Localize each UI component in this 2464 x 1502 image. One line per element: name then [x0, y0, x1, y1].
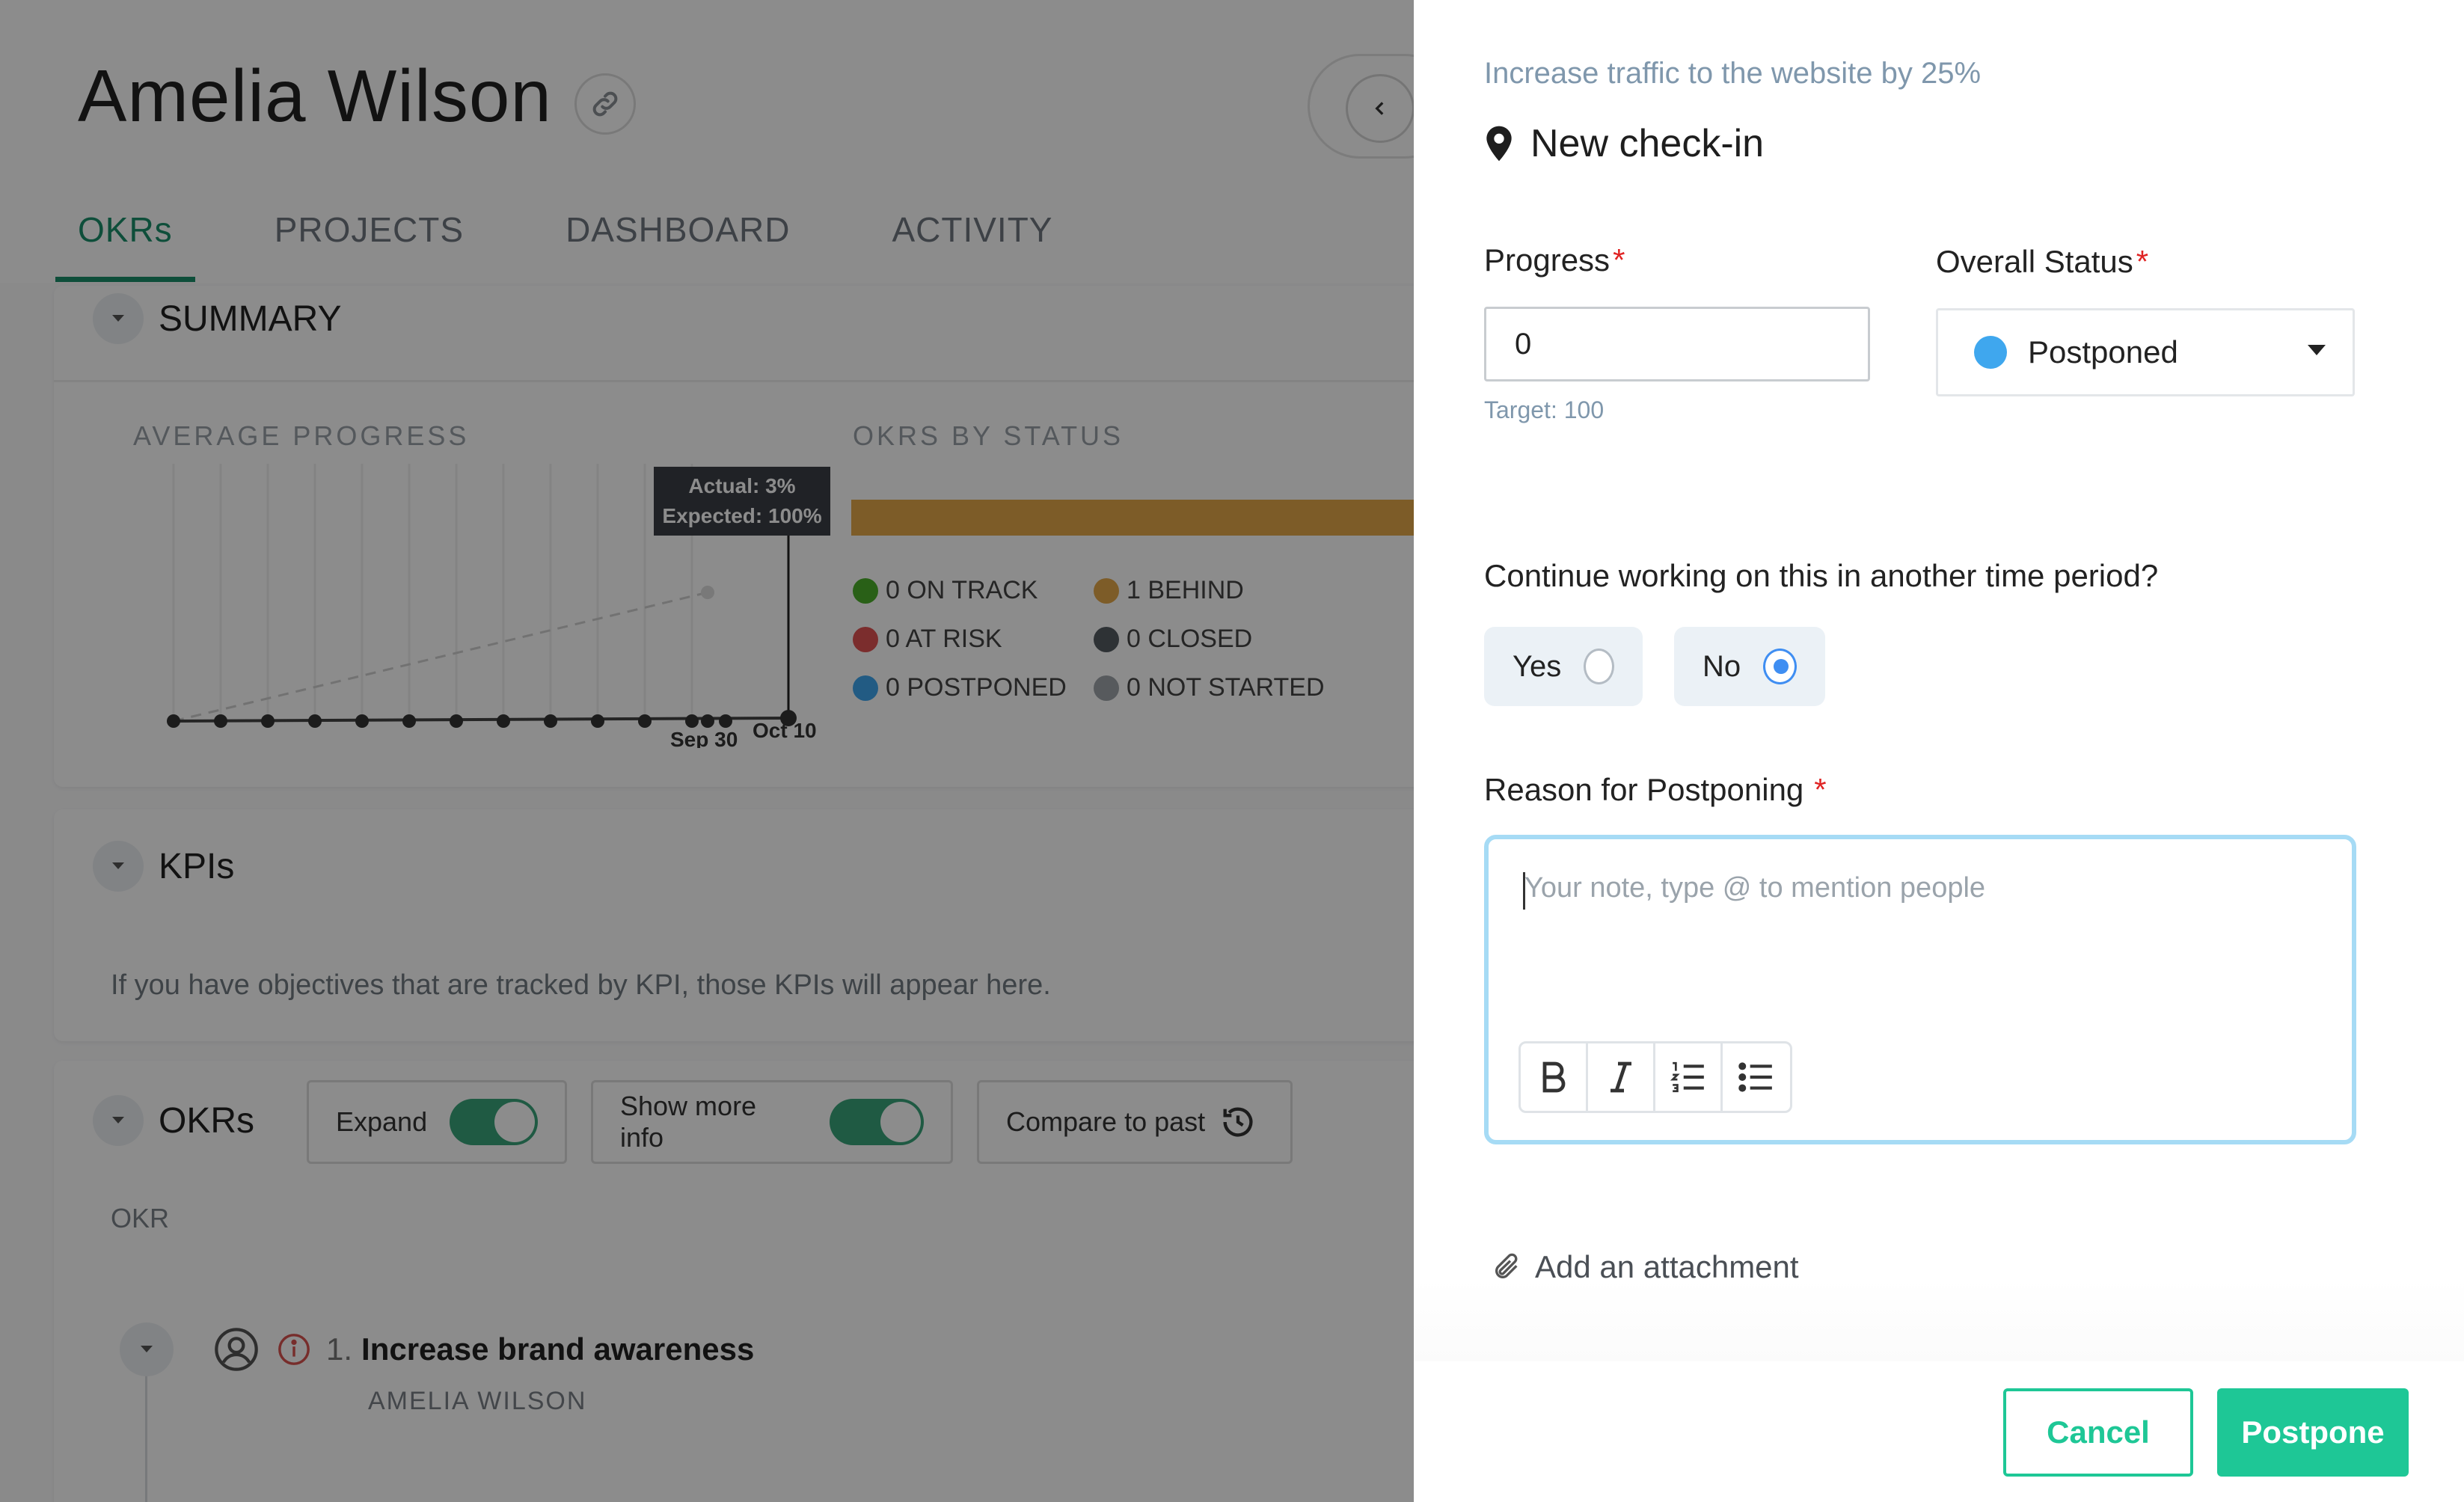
italic-button[interactable]: [1588, 1043, 1655, 1111]
radio-yes[interactable]: [1584, 649, 1614, 684]
paperclip-icon: [1495, 1253, 1518, 1278]
radio-yes-label: Yes: [1513, 649, 1562, 683]
attachment-label: Add an attachment: [1535, 1252, 1799, 1282]
location-pin-icon: [1486, 126, 1512, 162]
required-mark: *: [2136, 244, 2149, 279]
radio-no-label: No: [1703, 649, 1741, 683]
progress-label-text: Progress: [1484, 242, 1611, 278]
ordered-list-icon: [1670, 1061, 1704, 1093]
reason-note-editor[interactable]: Your note, type @ to mention people: [1484, 835, 2356, 1144]
modal-overlay[interactable]: [0, 0, 1414, 1502]
bullet-list-button[interactable]: [1723, 1043, 1790, 1111]
cancel-button[interactable]: Cancel: [2003, 1388, 2193, 1477]
ordered-list-button[interactable]: [1655, 1043, 1723, 1111]
add-attachment-link[interactable]: Add an attachment: [1492, 1252, 1799, 1282]
progress-label: Progress*: [1484, 242, 1625, 278]
required-mark: *: [1814, 772, 1827, 807]
target-text: Target: 100: [1484, 396, 1605, 423]
checkin-title: New check-in: [1530, 122, 1765, 165]
radio-no-option[interactable]: No: [1674, 627, 1825, 706]
overall-status-label: Overall Status*: [1936, 244, 2148, 280]
note-placeholder: Your note, type @ to mention people: [1524, 872, 1986, 904]
checkin-header: New check-in: [1484, 121, 1764, 166]
italic-icon: [1610, 1061, 1631, 1093]
overall-status-select[interactable]: Postponed: [1936, 308, 2355, 396]
reason-label: Reason for Postponing *: [1484, 772, 1827, 808]
continue-question: Continue working on this in another time…: [1484, 558, 2159, 593]
progress-input[interactable]: 0: [1484, 307, 1870, 381]
format-toolbar: [1518, 1041, 1792, 1113]
bold-button[interactable]: [1521, 1043, 1588, 1111]
reason-label-text: Reason for Postponing: [1484, 772, 1804, 807]
bold-icon: [1542, 1061, 1565, 1093]
radio-no[interactable]: [1763, 649, 1797, 684]
status-select-value: Postponed: [2028, 334, 2178, 370]
postponed-status-dot: [1974, 336, 2007, 369]
key-result-title: Increase traffic to the website by 25%: [1484, 57, 1982, 90]
radio-yes-option[interactable]: Yes: [1484, 627, 1643, 706]
check-in-panel: Increase traffic to the website by 25% N…: [1414, 0, 2464, 1502]
bullet-list-icon: [1738, 1062, 1772, 1092]
caret-down-icon: [2308, 345, 2326, 355]
postpone-button[interactable]: Postpone: [2217, 1388, 2409, 1477]
footer-fade: [1414, 1279, 2464, 1361]
required-mark: *: [1613, 242, 1625, 278]
overall-status-label-text: Overall Status: [1936, 244, 2133, 279]
